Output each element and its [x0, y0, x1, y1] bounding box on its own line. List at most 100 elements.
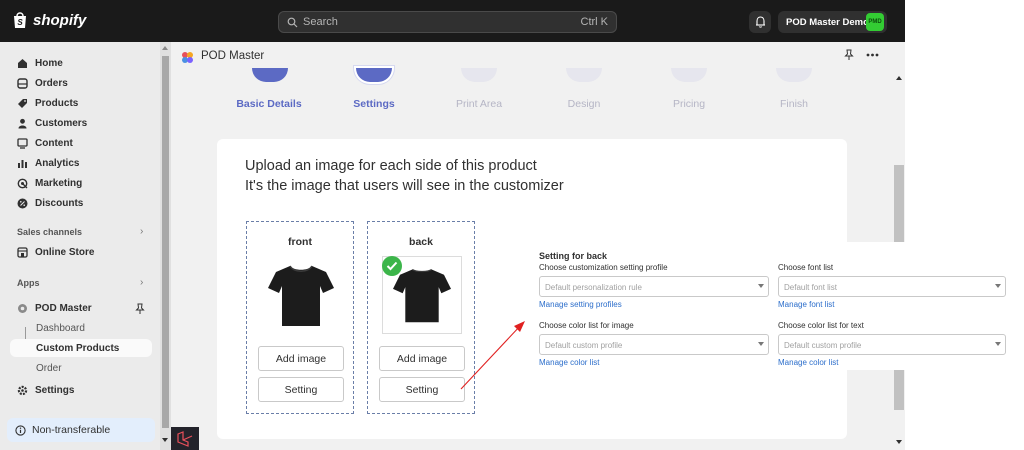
step-indicator-pricing[interactable]	[671, 68, 707, 82]
color-image-select-value: Default custom profile	[545, 341, 623, 350]
step-indicator-settings[interactable]	[356, 68, 392, 82]
color-image-label: Choose color list for image	[539, 321, 634, 330]
svg-text:S: S	[17, 18, 23, 27]
sidebar-item-label: Customers	[35, 117, 88, 129]
side-name: back	[409, 236, 433, 248]
profile-label: Choose customization setting profile	[539, 263, 668, 272]
title-actions	[844, 49, 879, 61]
sidebar-scrollbar-thumb[interactable]	[162, 56, 169, 428]
sidebar-item-pod-master[interactable]: POD Master	[10, 299, 152, 317]
scroll-up-arrow-icon[interactable]	[893, 74, 905, 82]
caret-down-icon	[995, 342, 1001, 346]
sidebar-item-label: Orders	[35, 77, 68, 89]
setting-button-front[interactable]: Setting	[258, 377, 344, 402]
apps-label: Apps	[17, 278, 40, 288]
scroll-down-arrow-icon[interactable]	[893, 438, 905, 446]
search-input[interactable]: Search Ctrl K	[278, 11, 617, 33]
sidebar-item-label: Dashboard	[36, 322, 85, 334]
pin-icon[interactable]	[135, 303, 145, 315]
storefront-icon	[17, 246, 28, 258]
sidebar-item-home[interactable]: Home	[10, 54, 152, 72]
more-options-icon[interactable]	[866, 53, 879, 57]
pod-master-logo-icon	[182, 52, 193, 63]
app-title-bar: POD Master	[171, 42, 893, 70]
chevron-right-icon[interactable]: ›	[140, 226, 143, 237]
color-image-select[interactable]: Default custom profile	[539, 334, 769, 355]
add-image-button-front[interactable]: Add image	[258, 346, 344, 371]
sidebar-item-online-store[interactable]: Online Store	[10, 243, 152, 261]
side-box-front: front Add image Setting	[246, 221, 354, 414]
sidebar-item-settings[interactable]: Settings	[10, 381, 152, 399]
sidebar-item-label: Online Store	[35, 246, 95, 258]
store-menu-button[interactable]: POD Master Demo PMD	[778, 11, 887, 33]
step-indicator-finish[interactable]	[776, 68, 812, 82]
manage-setting-profiles-link[interactable]: Manage setting profiles	[539, 300, 622, 309]
non-transferable-label: Non-transferable	[32, 424, 111, 436]
add-image-button-back[interactable]: Add image	[379, 346, 465, 371]
content-icon	[17, 137, 28, 149]
sidebar-item-marketing[interactable]: Marketing	[10, 174, 152, 192]
chevron-right-icon[interactable]: ›	[140, 277, 143, 288]
setting-panel: Setting for back Choose customization se…	[526, 242, 1024, 370]
side-image-front	[261, 256, 341, 334]
manage-color-list-text-link[interactable]: Manage color list	[778, 358, 838, 367]
top-bar: S shopify Search Ctrl K POD Master Demo …	[0, 0, 905, 42]
shopify-logo[interactable]: S shopify	[12, 11, 86, 29]
sidebar-item-label: Custom Products	[36, 342, 120, 354]
sidebar-scrollbar[interactable]	[160, 42, 171, 450]
notifications-button[interactable]	[749, 11, 771, 33]
font-select[interactable]: Default font list	[778, 276, 1006, 297]
step-label-basic-details[interactable]: Basic Details	[219, 98, 319, 110]
sidebar-item-label: Content	[35, 137, 73, 149]
step-indicator-basic-details[interactable]	[252, 68, 288, 82]
setting-panel-title: Setting for back	[539, 251, 608, 261]
sidebar-item-order[interactable]: Order	[10, 359, 152, 377]
side-name: front	[288, 236, 312, 248]
gear-icon	[17, 385, 28, 395]
manage-color-list-image-link[interactable]: Manage color list	[539, 358, 599, 367]
app-corner-badge	[171, 427, 199, 450]
sidebar-item-discounts[interactable]: Discounts	[10, 194, 152, 212]
sidebar-item-label: POD Master	[35, 302, 92, 314]
step-label-design[interactable]: Design	[534, 98, 634, 110]
sidebar-item-label: Discounts	[35, 197, 84, 209]
color-text-label: Choose color list for text	[778, 321, 864, 330]
sidebar-item-label: Analytics	[35, 157, 80, 169]
tshirt-back-image	[393, 268, 451, 323]
profile-select[interactable]: Default personalization rule	[539, 276, 769, 297]
sidebar-scroll-up-icon[interactable]	[159, 44, 171, 52]
step-label-pricing[interactable]: Pricing	[639, 98, 739, 110]
sidebar-item-content[interactable]: Content	[10, 134, 152, 152]
font-select-value: Default font list	[784, 283, 837, 292]
non-transferable-badge[interactable]: Non-transferable	[7, 418, 155, 442]
setting-button-back[interactable]: Setting	[379, 377, 465, 402]
step-label-settings[interactable]: Settings	[324, 98, 424, 110]
step-indicator-design[interactable]	[566, 68, 602, 82]
upload-instructions-line-2: It's the image that users will see in th…	[245, 178, 564, 194]
sidebar-item-products[interactable]: Products	[10, 94, 152, 112]
step-label-print-area[interactable]: Print Area	[429, 98, 529, 110]
sidebar-item-customers[interactable]: Customers	[10, 114, 152, 132]
font-label: Choose font list	[778, 263, 834, 272]
sidebar: Home Orders Products Customers Content A…	[0, 42, 160, 450]
step-label-finish[interactable]: Finish	[744, 98, 844, 110]
pin-icon[interactable]	[844, 49, 854, 61]
bell-icon	[755, 16, 765, 28]
manage-font-list-link[interactable]: Manage font list	[778, 300, 834, 309]
sidebar-item-custom-products[interactable]: Custom Products	[10, 339, 152, 357]
upload-instructions-line-1: Upload an image for each side of this pr…	[245, 158, 537, 174]
color-text-select-value: Default custom profile	[784, 341, 862, 350]
sidebar-item-label: Marketing	[35, 177, 83, 189]
sidebar-scroll-down-icon[interactable]	[159, 436, 171, 444]
laravel-logo-icon	[177, 431, 193, 447]
search-placeholder: Search	[303, 16, 338, 28]
sidebar-item-orders[interactable]: Orders	[10, 74, 152, 92]
sidebar-item-analytics[interactable]: Analytics	[10, 154, 152, 172]
selected-check-icon	[382, 256, 402, 276]
products-icon	[18, 98, 27, 108]
annotation-arrow	[460, 321, 525, 390]
step-indicator-print-area[interactable]	[461, 68, 497, 82]
sidebar-item-label: Settings	[35, 384, 75, 396]
color-text-select[interactable]: Default custom profile	[778, 334, 1006, 355]
pod-master-app-icon	[18, 303, 27, 313]
